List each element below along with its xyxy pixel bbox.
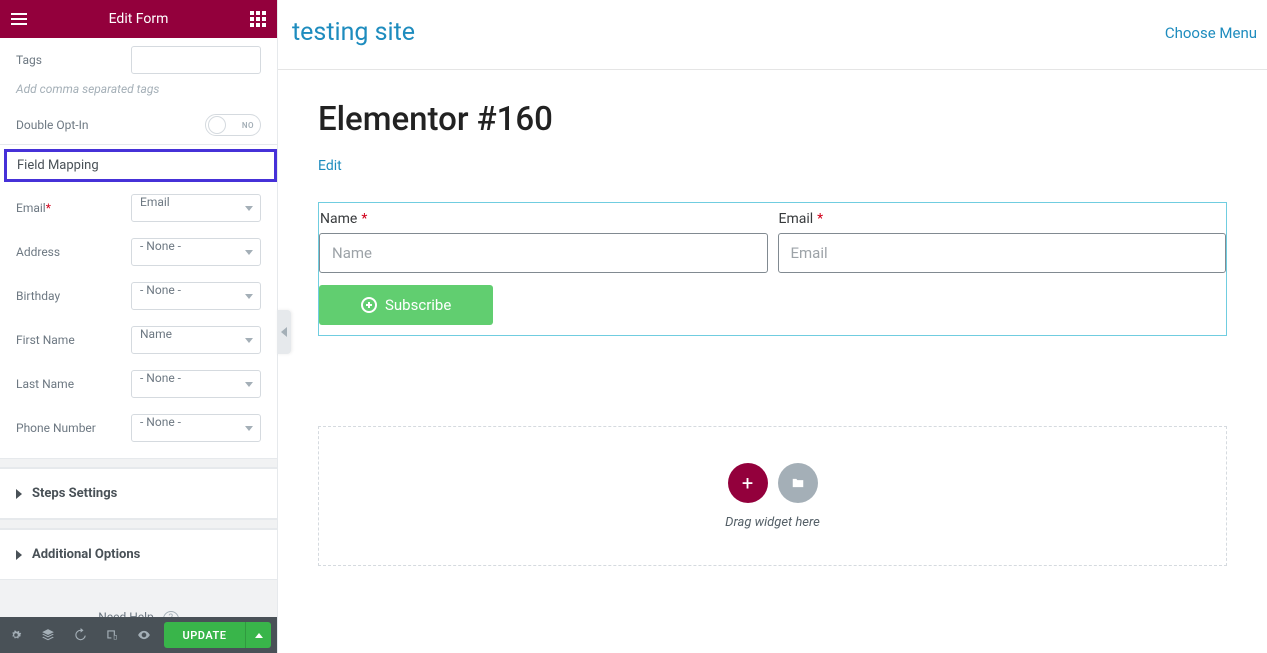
preview-area: testing site Choose Menu Elementor #160 … (278, 0, 1267, 653)
menu-icon[interactable] (0, 0, 38, 38)
accordion-steps-settings[interactable]: Steps Settings (0, 469, 277, 519)
add-section-button[interactable]: + (728, 463, 768, 503)
tags-label: Tags (16, 53, 131, 67)
optin-label: Double Opt-In (16, 118, 131, 132)
map-label-firstname: First Name (16, 333, 131, 347)
grid-icon[interactable] (239, 0, 277, 38)
toggle-knob (208, 116, 226, 134)
preview-icon[interactable] (128, 617, 160, 653)
editor-sidebar: Edit Form Tags Add comma separated tags … (0, 0, 278, 653)
update-dropdown[interactable] (245, 622, 271, 648)
page-title: Elementor #160 (318, 100, 1227, 139)
map-label-email: Email* (16, 201, 131, 215)
field-mapping-heading: Field Mapping (4, 149, 277, 182)
form-submit-label: Subscribe (385, 296, 451, 314)
accordion-additional-options[interactable]: Additional Options (0, 530, 277, 580)
map-select-lastname[interactable]: - None - (131, 370, 261, 398)
site-title[interactable]: testing site (292, 18, 415, 47)
tags-input[interactable] (131, 46, 261, 74)
map-select-address[interactable]: - None - (131, 238, 261, 266)
edit-page-link[interactable]: Edit (318, 158, 342, 174)
responsive-icon[interactable] (96, 617, 128, 653)
collapse-sidebar-handle[interactable] (277, 310, 291, 354)
sidebar-scroll: Tags Add comma separated tags Double Opt… (0, 38, 277, 617)
chevron-right-icon (16, 489, 22, 499)
form-email-input[interactable] (778, 233, 1227, 273)
form-submit-button[interactable]: Subscribe (319, 285, 493, 325)
form-widget[interactable]: Name* Email* Subscribe (318, 202, 1227, 336)
settings-icon[interactable] (0, 617, 32, 653)
map-select-email[interactable]: Email (131, 194, 261, 222)
layers-icon[interactable] (32, 617, 64, 653)
form-name-label: Name* (319, 211, 768, 227)
template-library-button[interactable] (778, 463, 818, 503)
optin-toggle-text: NO (242, 121, 254, 130)
choose-menu-link[interactable]: Choose Menu (1165, 24, 1257, 42)
map-label-lastname: Last Name (16, 377, 131, 391)
map-label-address: Address (16, 245, 131, 259)
help-area: Need Help ? (0, 580, 277, 617)
site-header: testing site Choose Menu (278, 0, 1267, 70)
map-label-birthday: Birthday (16, 289, 131, 303)
form-email-label: Email* (778, 211, 1227, 227)
map-select-phone[interactable]: - None - (131, 414, 261, 442)
map-label-phone: Phone Number (16, 421, 131, 435)
update-button[interactable]: UPDATE (164, 622, 245, 648)
sidebar-header: Edit Form (0, 0, 277, 38)
history-icon[interactable] (64, 617, 96, 653)
optin-toggle[interactable]: NO (205, 114, 261, 136)
folder-icon (790, 476, 806, 490)
map-select-birthday[interactable]: - None - (131, 282, 261, 310)
dropzone-text: Drag widget here (725, 515, 820, 530)
sidebar-title: Edit Form (38, 11, 239, 27)
map-select-firstname[interactable]: Name (131, 326, 261, 354)
widget-dropzone[interactable]: + Drag widget here (318, 426, 1227, 566)
help-text: Need Help (98, 610, 154, 617)
plus-circle-icon (361, 297, 377, 313)
chevron-right-icon (16, 550, 22, 560)
sidebar-footer: UPDATE (0, 617, 277, 653)
tags-hint: Add comma separated tags (0, 82, 277, 106)
form-name-input[interactable] (319, 233, 768, 273)
